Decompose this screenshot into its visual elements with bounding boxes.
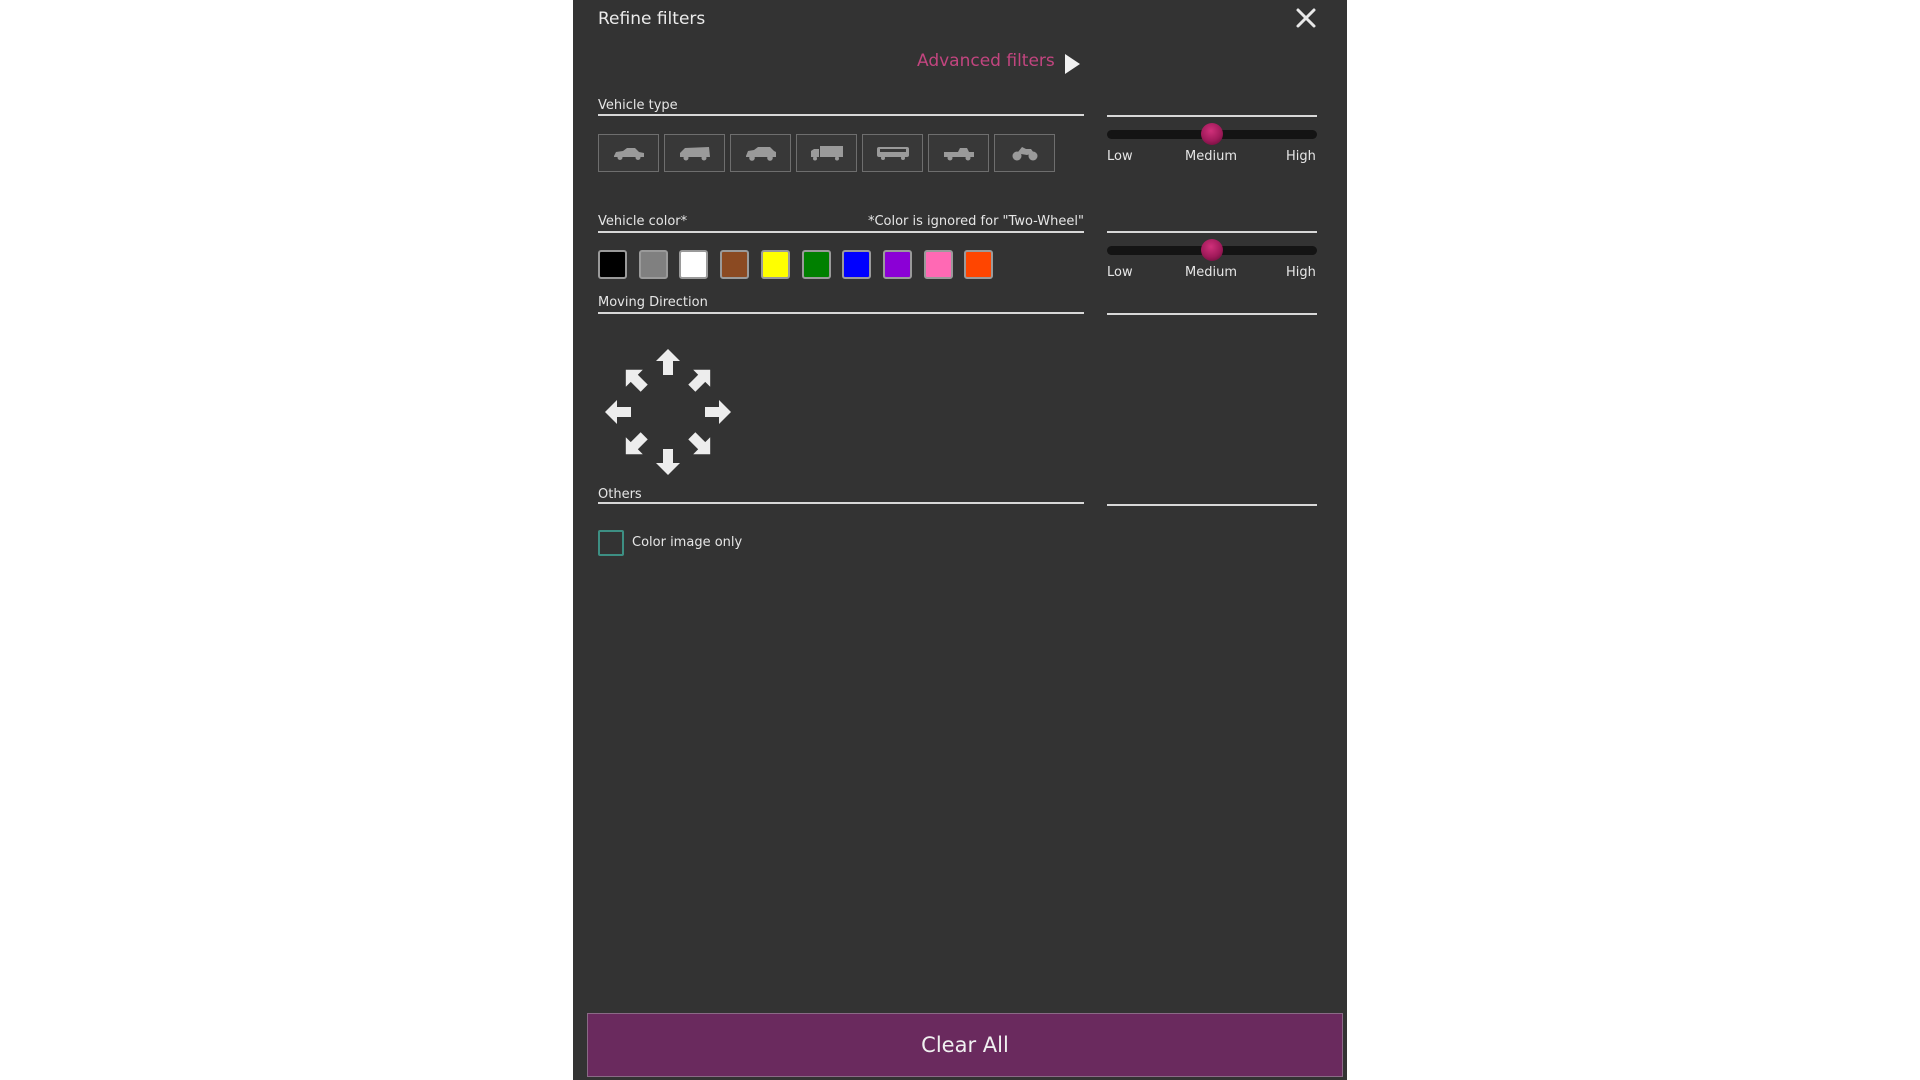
direction-left-button[interactable] — [603, 397, 633, 427]
vehicle-type-label: Vehicle type — [598, 98, 678, 113]
color-swatch-pink[interactable] — [923, 250, 953, 279]
sedan-icon — [613, 148, 644, 160]
vehicle-type-van-button[interactable] — [664, 134, 725, 172]
refine-filters-panel: Refine filters Advanced filters Vehicle … — [573, 0, 1347, 1080]
vehicle-type-truck-button[interactable] — [796, 134, 857, 172]
moving-direction-right-divider — [1107, 313, 1317, 315]
close-button[interactable] — [1294, 6, 1318, 30]
color-swatch-blue[interactable] — [842, 250, 872, 279]
color-image-only-checkbox[interactable] — [598, 530, 624, 556]
vehicle-color-note: *Color is ignored for "Two-Wheel" — [867, 214, 1084, 229]
clear-all-label: Clear All — [921, 1033, 1009, 1057]
slider-label-low: Low — [1107, 265, 1133, 280]
vehicle-type-pickup-button[interactable] — [928, 134, 989, 172]
panel-title: Refine filters — [598, 9, 706, 29]
color-swatch-brown[interactable] — [720, 250, 750, 279]
arrow-down-icon — [656, 449, 680, 475]
arrow-right-icon — [705, 400, 731, 424]
van-icon — [679, 147, 710, 161]
slider-label-high: High — [1286, 265, 1316, 280]
pickup-icon — [943, 148, 974, 161]
direction-down-right-button[interactable] — [686, 430, 716, 460]
arrow-left-icon — [605, 400, 631, 424]
color-swatch-yellow[interactable] — [760, 250, 790, 279]
slider-label-medium: Medium — [1185, 265, 1237, 280]
moving-direction-divider — [598, 312, 1084, 314]
others-right-divider — [1107, 504, 1317, 506]
vehicle-color-divider — [598, 231, 1084, 233]
play-triangle-icon — [1065, 54, 1080, 74]
direction-down-left-button[interactable] — [620, 430, 650, 460]
arrow-down-left-icon — [626, 431, 649, 454]
advanced-filters-link[interactable]: Advanced filters — [917, 51, 1055, 71]
direction-down-button[interactable] — [653, 447, 683, 477]
slider-label-medium: Medium — [1185, 149, 1237, 164]
vehicle-color-label: Vehicle color* — [598, 214, 688, 229]
color-swatch-green[interactable] — [801, 250, 831, 279]
direction-right-button[interactable] — [703, 397, 733, 427]
vehicle-type-two-wheel-button[interactable] — [994, 134, 1055, 172]
advanced-filters-expand-button[interactable] — [1063, 53, 1081, 75]
motorcycle-icon — [1012, 147, 1037, 161]
bus-icon — [876, 147, 909, 160]
vehicle-type-bus-button[interactable] — [862, 134, 923, 172]
color-swatch-gray[interactable] — [638, 250, 668, 279]
arrow-up-left-icon — [626, 370, 649, 393]
slider-label-low: Low — [1107, 149, 1133, 164]
clear-all-button[interactable]: Clear All — [587, 1013, 1343, 1077]
vehicle-color-slider-divider — [1107, 231, 1317, 233]
arrow-up-icon — [656, 349, 680, 375]
color-image-only-label[interactable]: Color image only — [632, 535, 742, 550]
direction-up-right-button[interactable] — [686, 364, 716, 394]
arrow-up-right-icon — [687, 370, 710, 393]
vehicle-type-divider — [598, 114, 1084, 116]
color-swatch-orange[interactable] — [964, 250, 994, 279]
color-swatch-purple[interactable] — [882, 250, 912, 279]
direction-up-left-button[interactable] — [620, 364, 650, 394]
close-icon — [1296, 8, 1316, 28]
vehicle-type-slider-thumb[interactable] — [1201, 123, 1223, 145]
vehicle-type-suv-button[interactable] — [730, 134, 791, 172]
arrow-down-right-icon — [687, 431, 710, 454]
others-divider — [598, 502, 1084, 504]
color-swatch-white[interactable] — [679, 250, 709, 279]
vehicle-color-slider-thumb[interactable] — [1201, 239, 1223, 261]
suv-icon — [745, 147, 776, 161]
truck-icon — [810, 146, 843, 161]
color-swatch-black[interactable] — [598, 250, 627, 279]
vehicle-type-slider-divider — [1107, 115, 1317, 117]
slider-label-high: High — [1286, 149, 1316, 164]
moving-direction-label: Moving Direction — [598, 295, 708, 310]
direction-up-button[interactable] — [653, 347, 683, 377]
others-label: Others — [598, 487, 642, 502]
vehicle-type-sedan-button[interactable] — [598, 134, 659, 172]
